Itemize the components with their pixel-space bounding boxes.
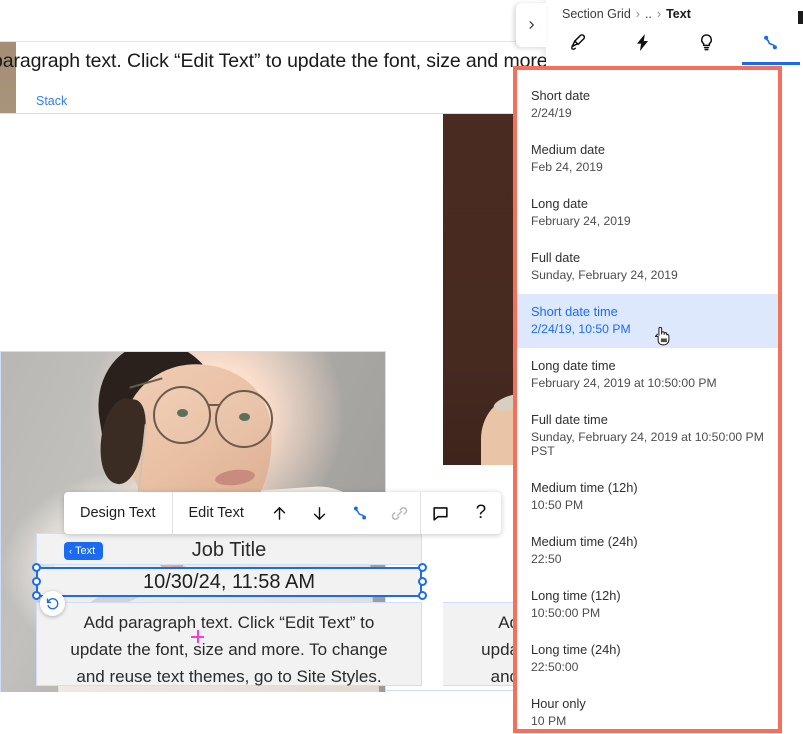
breadcrumb-separator-icon: › [656, 6, 662, 21]
date-format-option-label: Long time (12h) [531, 588, 621, 603]
focal-point-marker-icon[interactable] [191, 630, 204, 643]
date-format-option-label: Hour only [531, 696, 586, 711]
edit-text-button[interactable]: Edit Text [173, 492, 260, 534]
date-format-option[interactable]: Full date Sunday, February 24, 2019 [517, 240, 778, 294]
tab-animation[interactable] [610, 27, 674, 65]
arrow-up-icon [274, 506, 286, 520]
paragraph-text-block-clipped[interactable]: Ad upda and [443, 602, 520, 686]
element-floating-toolbar[interactable]: Design Text Edit Text ? [64, 492, 501, 534]
breadcrumb-current: Text [666, 6, 691, 21]
date-format-option[interactable]: Long date time February 24, 2019 at 10:50… [517, 348, 778, 402]
photo-eye-right [239, 413, 250, 421]
date-format-option-label: Medium date [531, 142, 605, 157]
date-format-option[interactable]: Short date 2/24/19 [517, 78, 778, 132]
date-format-option-preview: 2/24/19, 10:50 PM [531, 322, 631, 336]
canvas-bottom-strip [0, 692, 520, 734]
resize-handle-mid-left[interactable] [32, 577, 41, 586]
help-button[interactable]: ? [461, 492, 501, 534]
date-format-dropdown[interactable]: Short date 2/24/19 Medium date Feb 24, 2019… [513, 66, 782, 733]
date-format-option-preview: February 24, 2019 [531, 214, 631, 228]
arrow-down-icon [314, 506, 326, 520]
data-link-icon [764, 35, 778, 50]
active-tab-indicator [741, 62, 800, 65]
date-format-option[interactable]: Long time (12h) 10:50:00 PM [517, 578, 778, 632]
move-up-button[interactable] [260, 492, 300, 534]
breadcrumb-root[interactable]: Section Grid [562, 7, 631, 21]
date-format-option[interactable]: Long date February 24, 2019 [517, 186, 778, 240]
data-link-button[interactable] [340, 492, 380, 534]
pointing-hand-cursor [653, 325, 672, 348]
date-format-option-label: Short date time [531, 304, 618, 319]
date-format-option[interactable]: Full date time Sunday, February 24, 2019 … [517, 402, 778, 470]
date-format-option-label: Full date time [531, 412, 608, 427]
date-format-option-preview: 2/24/19 [531, 106, 572, 120]
chevron-left-icon: ‹ [69, 546, 72, 556]
date-format-option-preview: 22:50 [531, 552, 562, 566]
comment-icon [433, 506, 448, 521]
lightning-bolt-icon [636, 33, 649, 52]
selected-datetime-element[interactable]: 10/30/24, 11:58 AM [36, 567, 422, 597]
reset-button[interactable] [40, 591, 65, 616]
panel-tab-bar[interactable] [546, 27, 803, 65]
element-type-badge-label: Text [75, 545, 96, 557]
date-format-option-label: Long date [531, 196, 588, 211]
reset-icon [46, 598, 59, 610]
design-text-button[interactable]: Design Text [64, 492, 172, 534]
date-format-option-preview: 10:50:00 PM [531, 606, 601, 620]
paragraph-text-block[interactable]: Add paragraph text. Click “Edit Text” to… [36, 602, 422, 686]
date-format-option-label: Long date time [531, 358, 616, 373]
date-format-option-label: Medium time (12h) [531, 480, 638, 495]
date-format-option-preview: 10 PM [531, 714, 567, 728]
date-format-option-label: Full date [531, 250, 581, 265]
date-format-option[interactable]: Hour only 10 PM [517, 686, 778, 729]
lightbulb-icon [701, 34, 713, 51]
breadcrumb-separator-icon: › [635, 6, 640, 21]
resize-handle-top-right[interactable] [418, 563, 427, 572]
data-link-icon [353, 506, 366, 520]
date-format-option[interactable]: Long time (24h) 22:50:00 [517, 632, 778, 686]
date-format-option-preview: Feb 24, 2019 [531, 160, 603, 174]
date-format-option-preview: Sunday, February 24, 2019 at 10:50:00 PM… [531, 430, 764, 458]
photo-eye-left [177, 409, 188, 417]
date-format-option-label: Medium time (24h) [531, 534, 638, 549]
element-type-badge[interactable]: ‹ Text [64, 542, 104, 560]
date-format-option-preview: 10:50 PM [531, 498, 584, 512]
link-icon [392, 506, 408, 520]
date-format-option-list[interactable]: Short date 2/24/19 Medium date Feb 24, 2019… [517, 70, 778, 729]
date-format-option[interactable]: Medium date Feb 24, 2019 [517, 132, 778, 186]
hyperlink-button[interactable] [380, 492, 420, 534]
comment-button[interactable] [421, 492, 461, 534]
pointing-hand-cursor-icon [654, 326, 670, 346]
resize-handle-top-left[interactable] [32, 563, 41, 572]
canvas-top-divider [0, 0, 520, 42]
date-format-option[interactable]: Short date time 2/24/19, 10:50 PM [517, 294, 778, 348]
tab-data-link[interactable] [739, 27, 803, 65]
canvas-top-paragraph[interactable]: paragraph text. Click “Edit Text” to upd… [0, 50, 553, 73]
window-edge-notch [798, 11, 803, 24]
date-format-option-preview: Sunday, February 24, 2019 [531, 268, 678, 282]
chevron-right-icon [529, 21, 534, 29]
date-format-option[interactable]: Medium time (24h) 22:50 [517, 524, 778, 578]
date-format-option-label: Long time (24h) [531, 642, 621, 657]
tab-insights[interactable] [675, 27, 739, 65]
stack-label[interactable]: Stack [36, 94, 67, 108]
move-down-button[interactable] [300, 492, 340, 534]
paintbrush-icon [570, 34, 585, 50]
tab-design[interactable] [546, 27, 610, 65]
breadcrumb[interactable]: Section Grid › .. › Text [546, 0, 803, 27]
date-format-option-preview: February 24, 2019 at 10:50:00 PM [531, 376, 717, 390]
breadcrumb-ellipsis[interactable]: .. [645, 7, 652, 21]
panel-expand-button[interactable] [516, 3, 546, 47]
image-column-right-partial[interactable] [443, 114, 520, 465]
date-format-option[interactable]: Medium time (12h) 10:50 PM [517, 470, 778, 524]
resize-handle-bottom-right[interactable] [418, 591, 427, 600]
resize-handle-mid-right[interactable] [418, 577, 427, 586]
date-format-option-preview: 22:50:00 [531, 660, 579, 674]
photo-glasses-bridge [209, 404, 219, 406]
date-format-option-label: Short date [531, 88, 591, 103]
